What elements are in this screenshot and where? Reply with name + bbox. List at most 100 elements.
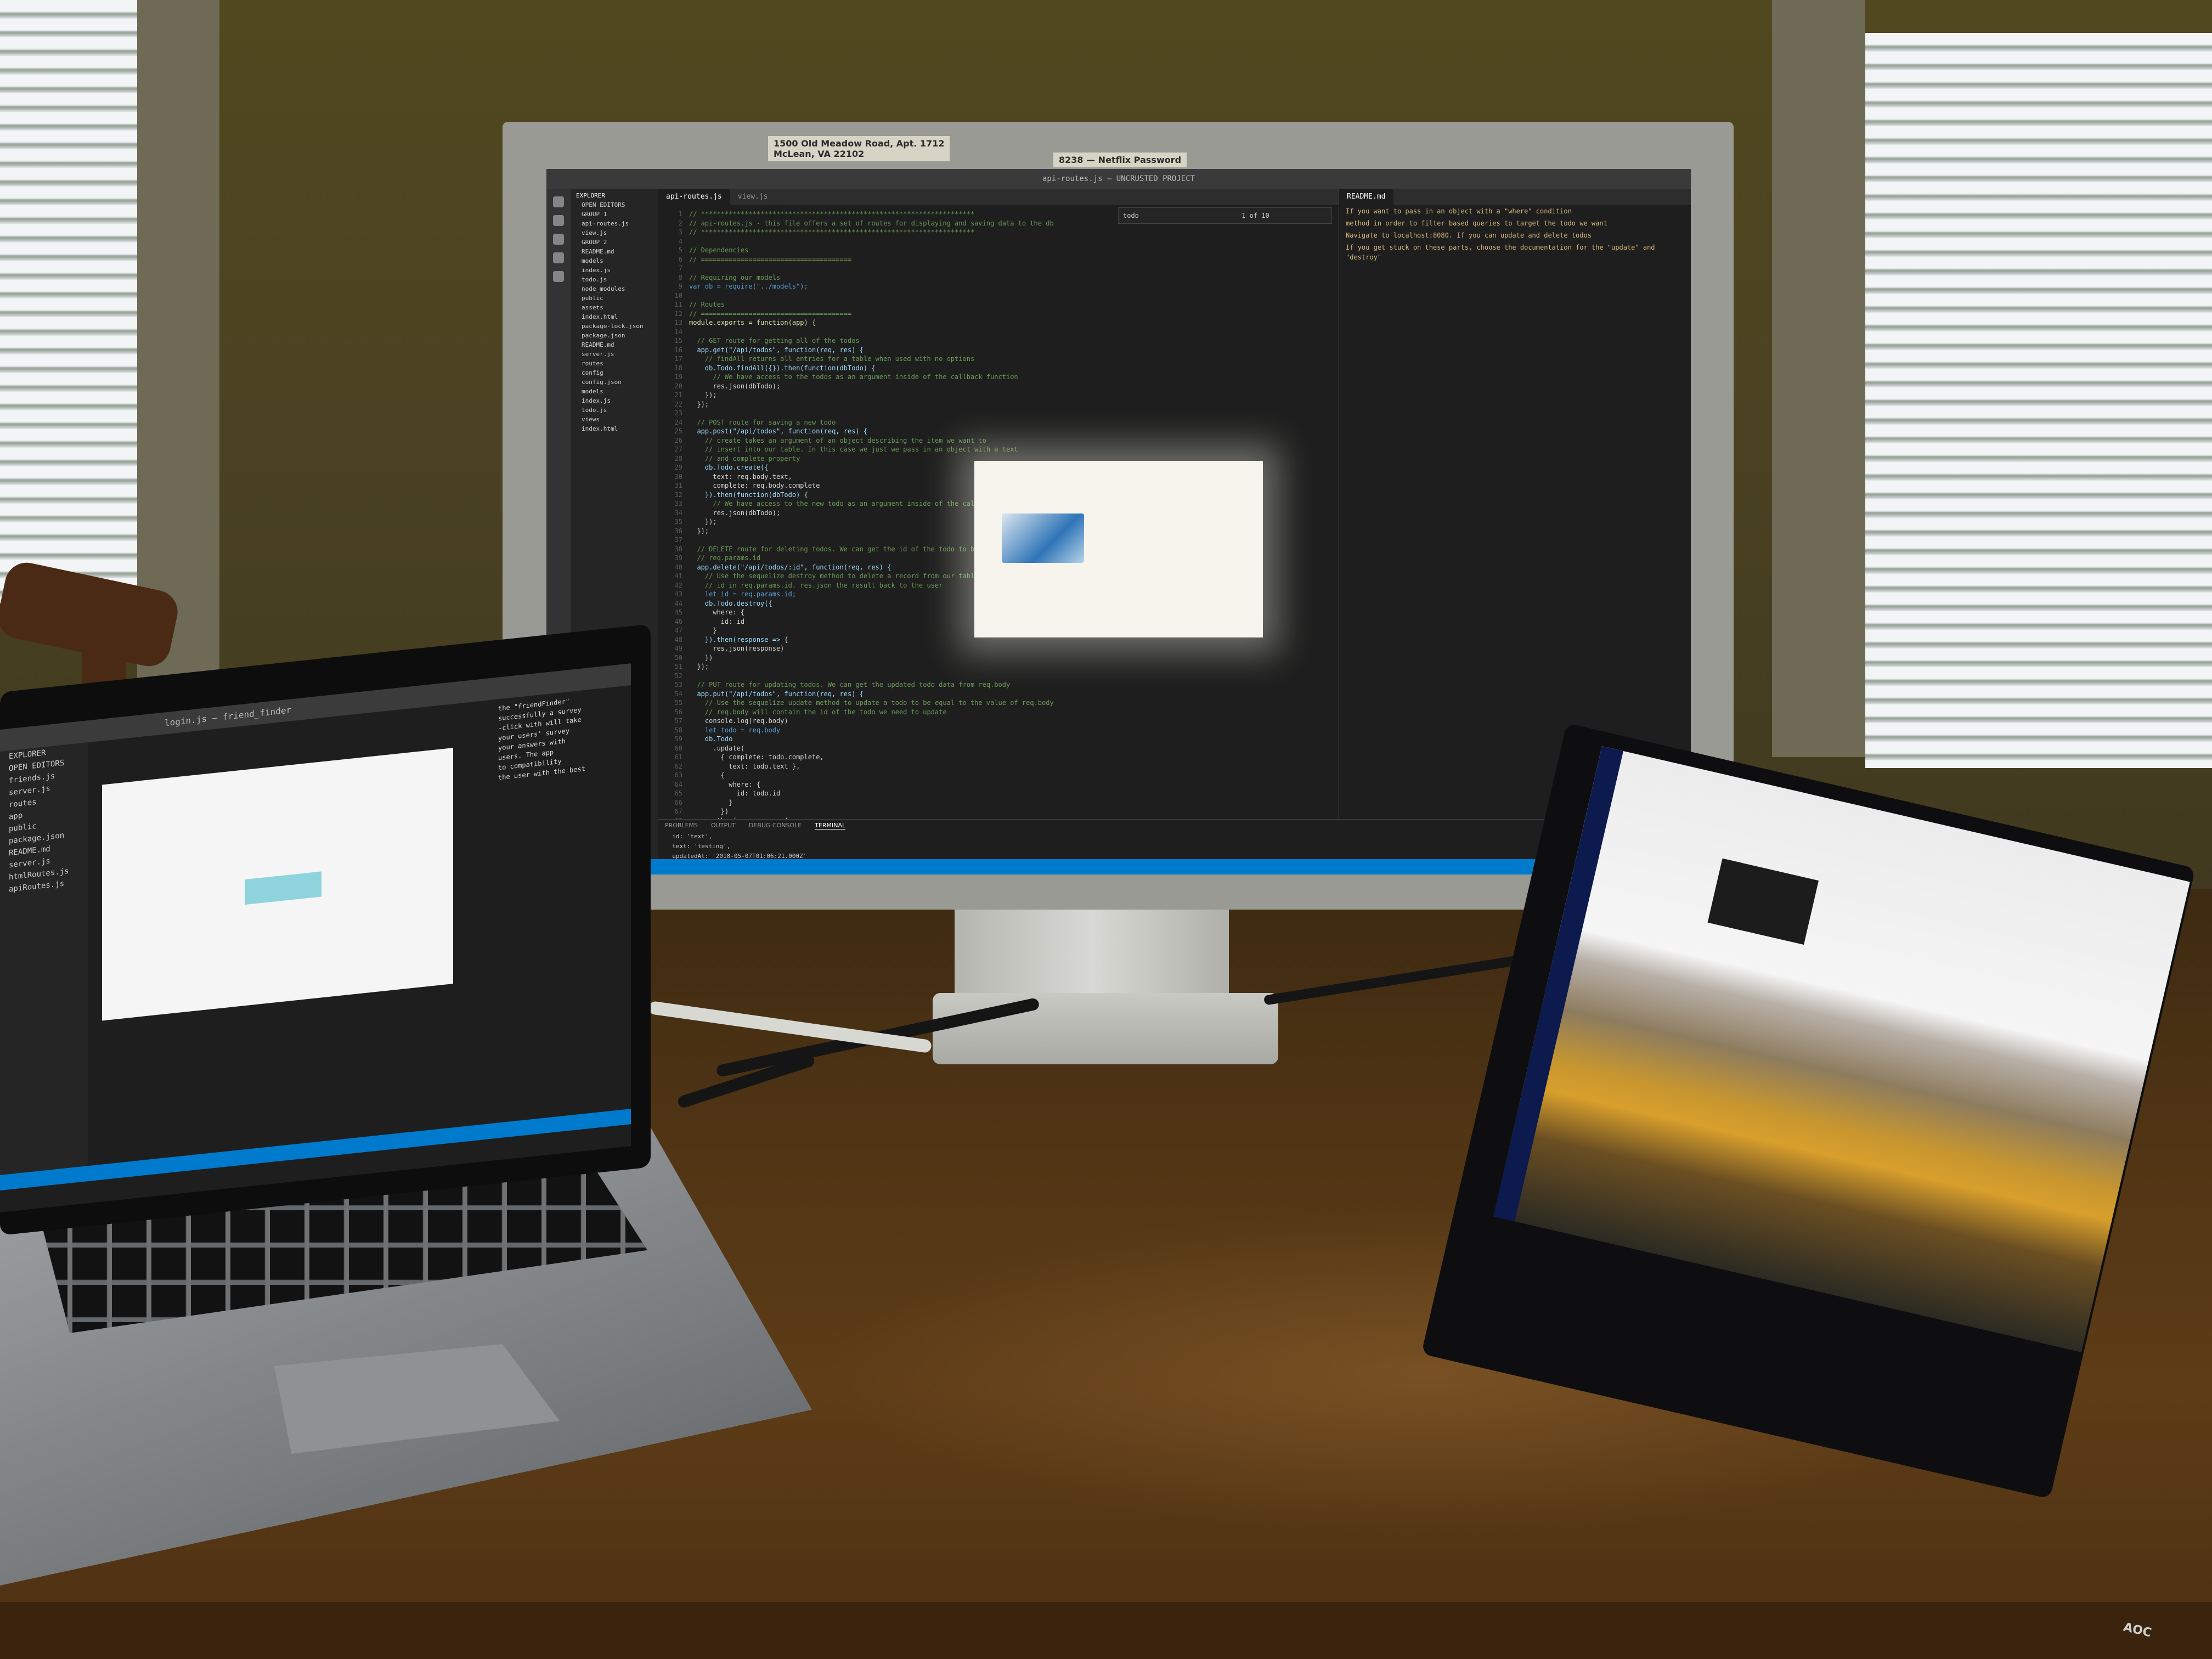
explorer-item[interactable]: public	[576, 294, 658, 303]
explorer-item[interactable]: views	[576, 415, 658, 424]
source-control-icon[interactable]	[553, 234, 564, 245]
code-text: {	[689, 771, 725, 779]
explorer-item[interactable]: models	[576, 256, 658, 266]
extensions-icon[interactable]	[553, 271, 564, 282]
code-line[interactable]: 49 res.json(response)	[658, 644, 1339, 653]
tab-readme[interactable]: README.md	[1339, 189, 1394, 205]
code-line[interactable]: 3 // ************************************…	[658, 228, 1339, 237]
code-line[interactable]: 12 // ===================================…	[658, 309, 1339, 319]
explorer-item[interactable]: routes	[576, 359, 658, 368]
code-line[interactable]: 61 { complete: todo.complete,	[658, 753, 1339, 762]
code-line[interactable]: 53 // PUT route for updating todos. We c…	[658, 680, 1339, 690]
explorer-item[interactable]: config	[576, 368, 658, 377]
explorer-item[interactable]: server.js	[576, 349, 658, 359]
code-line[interactable]: 58 let todo = req.body	[658, 726, 1339, 735]
code-line[interactable]: 8 // Requiring our models	[658, 273, 1339, 283]
explorer-item[interactable]: todo.js	[576, 275, 658, 284]
explorer-item[interactable]: README.md	[576, 247, 658, 256]
code-line[interactable]: 18 db.Todo.findAll({}).then(function(dbT…	[658, 364, 1339, 373]
tab-view[interactable]: view.js	[730, 189, 776, 205]
explorer-item[interactable]: GROUP 1	[576, 210, 658, 219]
code-line[interactable]: 4	[658, 237, 1339, 246]
laptop-white-window[interactable]	[102, 748, 453, 1021]
tab-output[interactable]: OUTPUT	[711, 822, 736, 830]
line-number: 33	[674, 500, 682, 507]
explorer-item[interactable]: package.json	[576, 331, 658, 340]
readme-pane[interactable]: README.md If you want to pass in an obje…	[1339, 189, 1691, 820]
code-line[interactable]: 22 });	[658, 400, 1339, 409]
explorer-item[interactable]: config.json	[576, 377, 658, 387]
code-line[interactable]: 52	[658, 672, 1339, 681]
line-number: 7	[678, 264, 682, 272]
code-line[interactable]: 20 res.json(dbTodo);	[658, 382, 1339, 391]
search-icon[interactable]	[553, 215, 564, 226]
explorer-item[interactable]: README.md	[576, 340, 658, 349]
tab-api-routes[interactable]: api-routes.js	[658, 189, 730, 205]
code-line[interactable]: 59 db.Todo	[658, 735, 1339, 744]
code-line[interactable]: 16 app.get("/api/todos", function(req, r…	[658, 346, 1339, 355]
code-line[interactable]: 15 // GET route for getting all of the t…	[658, 336, 1339, 346]
code-line[interactable]: 64 where: {	[658, 780, 1339, 789]
find-input[interactable]: todo	[1123, 212, 1139, 219]
explorer-item[interactable]: index.html	[576, 312, 658, 321]
code-line[interactable]: 19 // We have access to the todos as an …	[658, 373, 1339, 382]
code-line[interactable]: 66 }	[658, 798, 1339, 808]
line-number: 42	[674, 581, 682, 589]
find-bar[interactable]: todo 1 of 10	[1118, 207, 1332, 224]
explorer-item[interactable]: view.js	[576, 228, 658, 238]
code-line[interactable]: 13 module.exports = function(app) {	[658, 318, 1339, 328]
code-line[interactable]: 6 // ====================================…	[658, 255, 1339, 264]
code-line[interactable]: 10	[658, 291, 1339, 301]
code-line[interactable]: 17 // findAll returns all entries for a …	[658, 354, 1339, 364]
code-line[interactable]: 5 // Dependencies	[658, 246, 1339, 255]
explorer-item[interactable]: index.js	[576, 396, 658, 405]
code-line[interactable]: 9 var db = require("../models");	[658, 282, 1339, 291]
tab-terminal[interactable]: TERMINAL	[815, 822, 846, 830]
explorer-item[interactable]: GROUP 2	[576, 238, 658, 247]
explorer-item[interactable]: index.html	[576, 424, 658, 433]
line-number: 15	[674, 337, 682, 345]
line-number: 60	[674, 744, 682, 752]
code-line[interactable]: 62 text: todo.text },	[658, 762, 1339, 771]
code-text: }).then(function(dbTodo) {	[689, 490, 808, 499]
explorer-item[interactable]: todo.js	[576, 405, 658, 415]
explorer-item[interactable]: node_modules	[576, 284, 658, 294]
explorer-item[interactable]: OPEN EDITORS	[576, 200, 658, 210]
line-number: 32	[674, 490, 682, 499]
code-line[interactable]: 55 // Use the sequelize update method to…	[658, 698, 1339, 708]
tab-problems[interactable]: PROBLEMS	[665, 822, 698, 830]
explorer-item[interactable]: index.js	[576, 266, 658, 275]
code-line[interactable]: 23	[658, 409, 1339, 418]
code-line[interactable]: 65 id: todo.id	[658, 789, 1339, 798]
explorer-item[interactable]: package-lock.json	[576, 321, 658, 331]
files-icon[interactable]	[553, 196, 564, 207]
line-number: 29	[674, 464, 682, 471]
floating-preview-window[interactable]	[974, 461, 1263, 637]
debug-icon[interactable]	[553, 252, 564, 263]
explorer-item[interactable]: assets	[576, 303, 658, 312]
line-number: 57	[674, 717, 682, 725]
explorer-item[interactable]: api-routes.js	[576, 219, 658, 228]
code-line[interactable]: 25 app.post("/api/todos", function(req, …	[658, 427, 1339, 436]
code-line[interactable]: 26 // create takes an argument of an obj…	[658, 436, 1339, 445]
explorer-item[interactable]: models	[576, 387, 658, 396]
tab-debug-console[interactable]: DEBUG CONSOLE	[749, 822, 802, 830]
code-line[interactable]: 54 app.put("/api/todos", function(req, r…	[658, 690, 1339, 699]
code-line[interactable]: 56 // req.body will contain the id of th…	[658, 708, 1339, 717]
code-line[interactable]: 63 {	[658, 771, 1339, 780]
code-line[interactable]: 21 });	[658, 391, 1339, 400]
portable-dark-window[interactable]	[1707, 858, 1819, 945]
code-line[interactable]: 57 console.log(req.body)	[658, 716, 1339, 726]
code-line[interactable]: 24 // POST route for saving a new todo	[658, 418, 1339, 427]
readme-line: If you want to pass in an object with a …	[1346, 207, 1572, 215]
line-number: 35	[674, 518, 682, 526]
city-line: McLean, VA 22102	[774, 149, 865, 159]
code-line[interactable]: 27 // insert into our table. In this cas…	[658, 445, 1339, 454]
code-line[interactable]: 7	[658, 264, 1339, 273]
code-line[interactable]: 60 .update(	[658, 744, 1339, 753]
code-line[interactable]: 50 })	[658, 653, 1339, 663]
code-line[interactable]: 11 // Routes	[658, 300, 1339, 309]
code-line[interactable]: 51 });	[658, 662, 1339, 672]
code-line[interactable]: 67 })	[658, 807, 1339, 816]
code-line[interactable]: 14	[658, 328, 1339, 337]
